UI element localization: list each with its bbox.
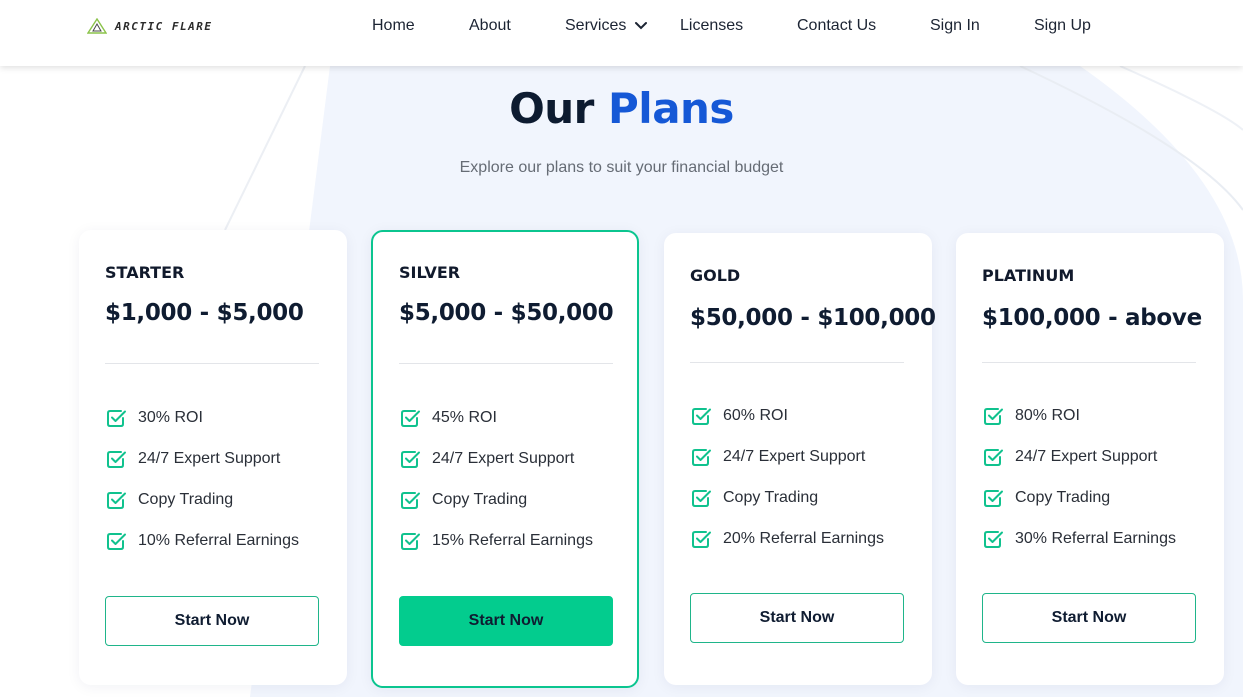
plan-range: $5,000 - $50,000 [399,300,614,326]
plan-feature: 45% ROI [399,397,593,438]
check-square-icon [984,448,1003,466]
start-now-button[interactable]: Start Now [105,596,319,646]
plan-feature-label: 24/7 Expert Support [432,449,575,467]
plan-card-silver: SILVER $5,000 - $50,000 45% ROI 24/7 Exp… [371,230,639,688]
start-now-button[interactable]: Start Now [399,596,613,646]
plan-feature-label: Copy Trading [432,490,528,508]
plan-feature: 24/7 Expert Support [690,436,884,477]
plan-feature-label: 24/7 Expert Support [723,447,866,465]
plan-feature-label: 24/7 Expert Support [1015,447,1158,465]
start-now-button[interactable]: Start Now [982,593,1196,643]
check-square-icon [692,489,711,507]
page-title: Our Plans [0,84,1243,133]
plan-name: STARTER [105,263,185,282]
nav-home[interactable]: Home [372,17,415,35]
plan-feature-label: 15% Referral Earnings [432,531,593,549]
plan-feature: 20% Referral Earnings [690,518,884,559]
plan-feature: Copy Trading [982,477,1176,518]
plan-divider [982,362,1196,363]
check-square-icon [984,489,1003,507]
check-square-icon [401,450,420,468]
plan-name: SILVER [399,263,461,282]
check-square-icon [401,491,420,509]
triangle-logo-icon [87,18,107,34]
plan-range: $50,000 - $100,000 [690,305,936,331]
start-now-button[interactable]: Start Now [690,593,904,643]
check-square-icon [107,491,126,509]
nav-contact-us[interactable]: Contact Us [797,17,876,35]
plan-feature: Copy Trading [690,477,884,518]
navbar: ARCTIC FLARE Home About Services License… [0,0,1243,66]
check-square-icon [107,409,126,427]
plan-feature: 80% ROI [982,395,1176,436]
check-square-icon [107,450,126,468]
plan-feature: 10% Referral Earnings [105,520,299,561]
plan-card-platinum: PLATINUM $100,000 - above 80% ROI 24/7 E… [956,233,1224,685]
nav-sign-up[interactable]: Sign Up [1034,17,1091,35]
plan-feature: 30% Referral Earnings [982,518,1176,559]
nav-licenses[interactable]: Licenses [680,17,743,35]
plan-feature: 24/7 Expert Support [399,438,593,479]
plan-card-starter: STARTER $1,000 - $5,000 30% ROI 24/7 Exp… [79,230,347,685]
check-square-icon [692,448,711,466]
plan-feature: 24/7 Expert Support [982,436,1176,477]
plan-feature-label: Copy Trading [723,488,819,506]
plan-feature-label: Copy Trading [1015,488,1111,506]
plan-feature-label: Copy Trading [138,490,234,508]
plan-feature-label: 10% Referral Earnings [138,531,299,549]
plan-feature: 15% Referral Earnings [399,520,593,561]
nav-services-label: Services [565,17,627,34]
title-main: Our [509,84,594,133]
plan-feature-label: 60% ROI [723,406,788,424]
plan-features: 30% ROI 24/7 Expert Support Copy Trading… [105,397,299,561]
chevron-down-icon [634,21,647,30]
check-square-icon [107,532,126,550]
plan-feature: 30% ROI [105,397,299,438]
plan-card-gold: GOLD $50,000 - $100,000 60% ROI 24/7 Exp… [664,233,936,685]
plan-feature: 60% ROI [690,395,884,436]
plan-range: $100,000 - above [982,305,1202,331]
nav-sign-in[interactable]: Sign In [930,17,980,35]
plan-feature-label: 24/7 Expert Support [138,449,281,467]
plan-divider [399,363,613,364]
plan-divider [105,363,319,364]
brand-logo[interactable]: ARCTIC FLARE [87,18,212,34]
plan-features: 45% ROI 24/7 Expert Support Copy Trading… [399,397,593,561]
check-square-icon [692,407,711,425]
plan-feature-label: 45% ROI [432,408,497,426]
plan-feature-label: 20% Referral Earnings [723,529,884,547]
plan-feature-label: 80% ROI [1015,406,1080,424]
page-subtitle: Explore our plans to suit your financial… [459,159,784,176]
nav-about[interactable]: About [469,17,511,35]
check-square-icon [692,530,711,548]
nav-services[interactable]: Services [565,17,648,35]
brand-name: ARCTIC FLARE [115,19,213,33]
check-square-icon [984,530,1003,548]
plan-feature-label: 30% ROI [138,408,203,426]
plan-divider [690,362,904,363]
check-square-icon [401,532,420,550]
plan-name: PLATINUM [982,266,1075,285]
plan-feature: Copy Trading [399,479,593,520]
plan-features: 80% ROI 24/7 Expert Support Copy Trading… [982,395,1176,559]
plan-feature-label: 30% Referral Earnings [1015,529,1176,547]
plan-range: $1,000 - $5,000 [105,300,304,326]
plan-features: 60% ROI 24/7 Expert Support Copy Trading… [690,395,884,559]
plan-feature: 24/7 Expert Support [105,438,299,479]
plan-name: GOLD [690,266,741,285]
check-square-icon [401,409,420,427]
title-accent: Plans [608,84,734,133]
check-square-icon [984,407,1003,425]
plan-feature: Copy Trading [105,479,299,520]
